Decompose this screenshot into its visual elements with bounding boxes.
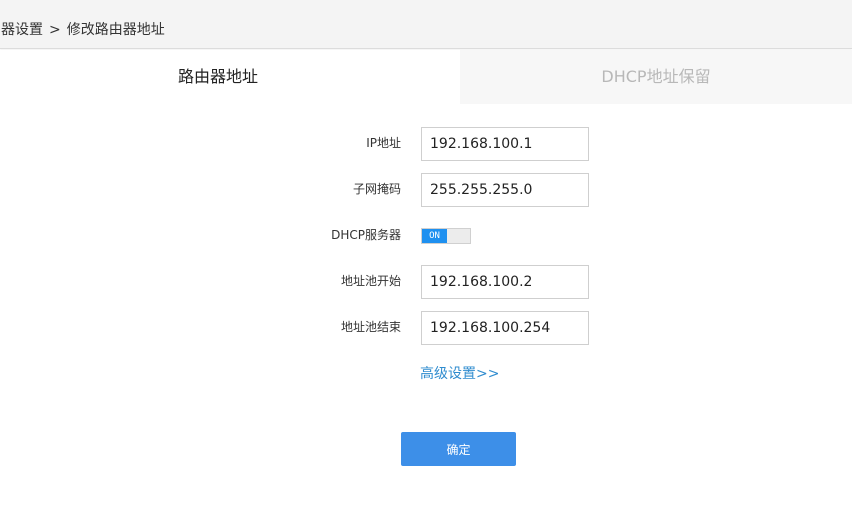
dhcp-server-row: DHCP服务器 ON (0, 219, 852, 253)
toggle-on-indicator: ON (422, 229, 447, 243)
page: 由器设置 > 修改路由器地址 路由器地址 DHCP地址保留 IP地址 子网掩码 DH… (0, 0, 852, 505)
subnet-mask-row: 子网掩码 (0, 173, 852, 207)
subnet-mask-label: 子网掩码 (352, 182, 401, 196)
pool-start-label: 地址池开始 (340, 274, 401, 288)
tab-dhcp-reservation[interactable]: DHCP地址保留 (460, 50, 852, 104)
tab-router-address[interactable]: 路由器地址 (0, 50, 460, 104)
tab-router-address-label: 路由器地址 (177, 67, 258, 86)
confirm-button[interactable]: 确定 (401, 432, 516, 466)
pool-start-input[interactable] (421, 265, 589, 299)
breadcrumb-parent[interactable]: 由器设置 (0, 22, 43, 38)
breadcrumb-bar: 由器设置 > 修改路由器地址 (0, 0, 852, 49)
tab-dhcp-reservation-label: DHCP地址保留 (601, 67, 711, 86)
dhcp-server-label: DHCP服务器 (331, 228, 401, 242)
subnet-mask-input[interactable] (421, 173, 589, 207)
breadcrumb-separator: > (49, 22, 61, 38)
breadcrumb-current: 修改路由器地址 (66, 22, 165, 38)
ip-label: IP地址 (366, 136, 401, 150)
pool-end-label: 地址池结束 (340, 320, 401, 334)
pool-start-row: 地址池开始 (0, 265, 852, 299)
pool-end-input[interactable] (421, 311, 589, 345)
ip-input[interactable] (421, 127, 589, 161)
tab-bar: 路由器地址 DHCP地址保留 (0, 50, 852, 104)
advanced-settings-link[interactable]: 高级设置>> (420, 364, 499, 384)
pool-end-row: 地址池结束 (0, 311, 852, 345)
breadcrumb: 由器设置 > 修改路由器地址 (0, 20, 165, 40)
ip-row: IP地址 (0, 127, 852, 161)
dhcp-server-toggle[interactable]: ON (421, 228, 471, 244)
